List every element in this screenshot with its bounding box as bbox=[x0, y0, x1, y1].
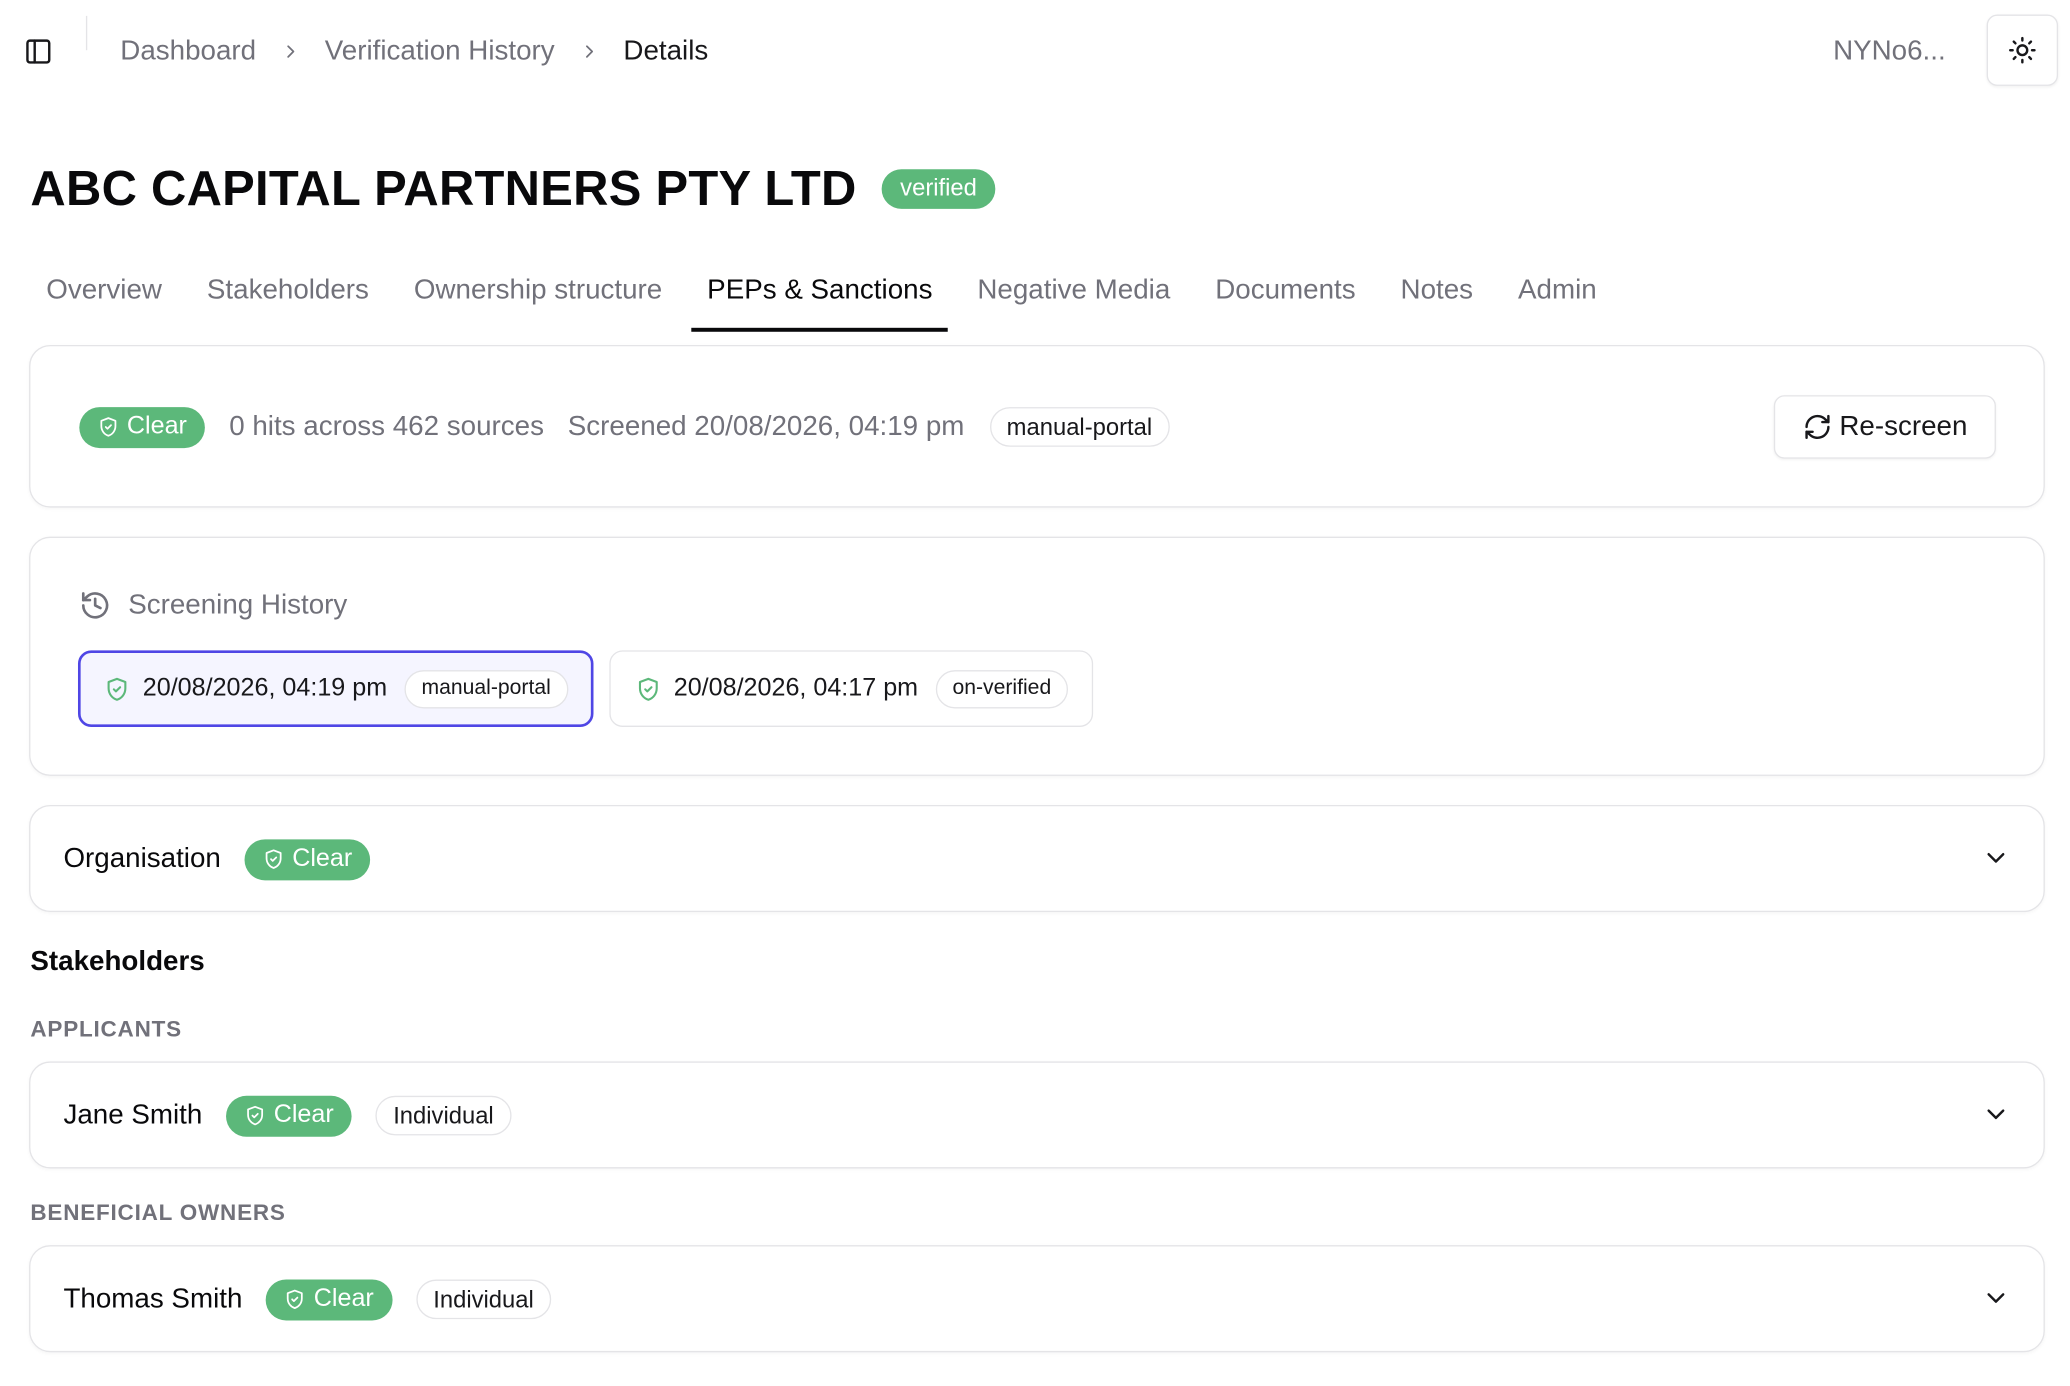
tab-overview[interactable]: Overview bbox=[30, 264, 177, 331]
entity-type-tag: Individual bbox=[376, 1095, 511, 1136]
stakeholder-name: Thomas Smith bbox=[63, 1283, 243, 1314]
history-item-datetime: 20/08/2026, 04:19 pm bbox=[142, 674, 388, 702]
sun-icon bbox=[2009, 36, 2036, 64]
summary-row: Clear 0 hits across 462 sources Screened… bbox=[79, 406, 1170, 448]
tab-negative-media[interactable]: Negative Media bbox=[962, 264, 1187, 331]
tab-bar: Overview Stakeholders Ownership structur… bbox=[30, 264, 1625, 332]
clear-badge-label: Clear bbox=[292, 844, 353, 873]
entity-type-tag: Individual bbox=[416, 1279, 551, 1320]
rescreen-button[interactable]: Re-screen bbox=[1773, 395, 1996, 459]
screening-history-card: Screening History 20/08/2026, 04:19 pm m… bbox=[29, 536, 2045, 776]
stakeholders-heading: Stakeholders bbox=[30, 946, 205, 977]
breadcrumb-details: Details bbox=[623, 35, 709, 67]
tab-stakeholders[interactable]: Stakeholders bbox=[191, 264, 385, 331]
breadcrumb-verification-history[interactable]: Verification History bbox=[325, 36, 555, 68]
history-icon bbox=[81, 592, 109, 619]
user-id[interactable]: NYNo6... bbox=[1833, 32, 1946, 72]
rescreen-label: Re-screen bbox=[1839, 411, 1968, 442]
screened-timestamp: Screened 20/08/2026, 04:19 pm bbox=[567, 411, 965, 442]
shield-check-icon bbox=[107, 677, 127, 701]
organisation-row: Organisation Clear bbox=[63, 838, 371, 880]
history-item-tag: on-verified bbox=[935, 669, 1069, 708]
top-bar: Dashboard Verification History Details N… bbox=[0, 0, 2070, 100]
header-divider bbox=[85, 15, 88, 51]
organisation-label: Organisation bbox=[63, 843, 221, 874]
beneficial-owners-label: BENEFICIAL OWNERS bbox=[30, 1200, 286, 1226]
history-item-1[interactable]: 20/08/2026, 04:19 pm manual-portal bbox=[77, 650, 594, 727]
sidebar-toggle-icon[interactable] bbox=[19, 32, 59, 72]
chevron-down-icon[interactable] bbox=[1981, 843, 2010, 872]
clear-badge-label: Clear bbox=[126, 412, 187, 441]
history-list: 20/08/2026, 04:19 pm manual-portal 20/08… bbox=[77, 650, 1109, 727]
hits-summary: 0 hits across 462 sources bbox=[229, 411, 544, 442]
clear-badge-label: Clear bbox=[273, 1101, 334, 1129]
stakeholder-row: Jane Smith Clear Individual bbox=[63, 1094, 511, 1137]
tab-admin[interactable]: Admin bbox=[1502, 264, 1612, 331]
history-header: Screening History bbox=[79, 590, 347, 622]
history-item-tag: manual-portal bbox=[404, 669, 568, 708]
organisation-card[interactable]: Organisation Clear bbox=[29, 804, 2045, 913]
stakeholder-name: Jane Smith bbox=[63, 1099, 203, 1131]
chevron-down-icon[interactable] bbox=[1981, 1100, 2010, 1129]
theme-toggle-button[interactable] bbox=[1986, 14, 2059, 86]
clear-badge: Clear bbox=[79, 406, 206, 448]
shield-check-icon bbox=[247, 1105, 264, 1126]
breadcrumb-dashboard[interactable]: Dashboard bbox=[120, 36, 256, 68]
tab-ownership-structure[interactable]: Ownership structure bbox=[398, 264, 678, 331]
source-tag: manual-portal bbox=[989, 407, 1170, 447]
chevron-right-icon bbox=[578, 41, 599, 62]
shield-check-icon bbox=[287, 1289, 304, 1310]
chevron-down-icon[interactable] bbox=[1981, 1283, 2010, 1312]
tab-documents[interactable]: Documents bbox=[1199, 264, 1371, 331]
stakeholder-card-thomas-smith[interactable]: Thomas Smith Clear Individual bbox=[29, 1245, 2045, 1353]
refresh-icon bbox=[1804, 414, 1830, 440]
stakeholder-row: Thomas Smith Clear Individual bbox=[63, 1278, 551, 1320]
clear-badge: Clear bbox=[226, 1095, 353, 1137]
history-item-2[interactable]: 20/08/2026, 04:17 pm on-verified bbox=[608, 650, 1094, 727]
tab-peps-sanctions[interactable]: PEPs & Sanctions bbox=[691, 264, 949, 332]
clear-badge-label: Clear bbox=[313, 1284, 374, 1313]
tab-notes[interactable]: Notes bbox=[1385, 264, 1489, 331]
history-title: Screening History bbox=[128, 589, 348, 620]
clear-badge: Clear bbox=[266, 1278, 393, 1320]
shield-check-icon bbox=[638, 677, 658, 701]
history-item-datetime: 20/08/2026, 04:17 pm bbox=[673, 674, 919, 702]
screening-summary-card: Clear 0 hits across 462 sources Screened… bbox=[29, 344, 2045, 508]
status-badge: verified bbox=[881, 169, 996, 209]
clear-badge: Clear bbox=[244, 838, 371, 880]
chevron-right-icon bbox=[280, 41, 301, 62]
page-title: ABC CAPITAL PARTNERS PTY LTD bbox=[30, 161, 857, 216]
stakeholder-card-jane-smith[interactable]: Jane Smith Clear Individual bbox=[29, 1061, 2045, 1169]
shield-check-icon bbox=[265, 849, 282, 869]
breadcrumb: Dashboard Verification History Details bbox=[120, 32, 708, 72]
title-row: ABC CAPITAL PARTNERS PTY LTD verified bbox=[30, 161, 996, 217]
applicants-label: APPLICANTS bbox=[30, 1016, 182, 1042]
shield-check-icon bbox=[100, 417, 117, 437]
